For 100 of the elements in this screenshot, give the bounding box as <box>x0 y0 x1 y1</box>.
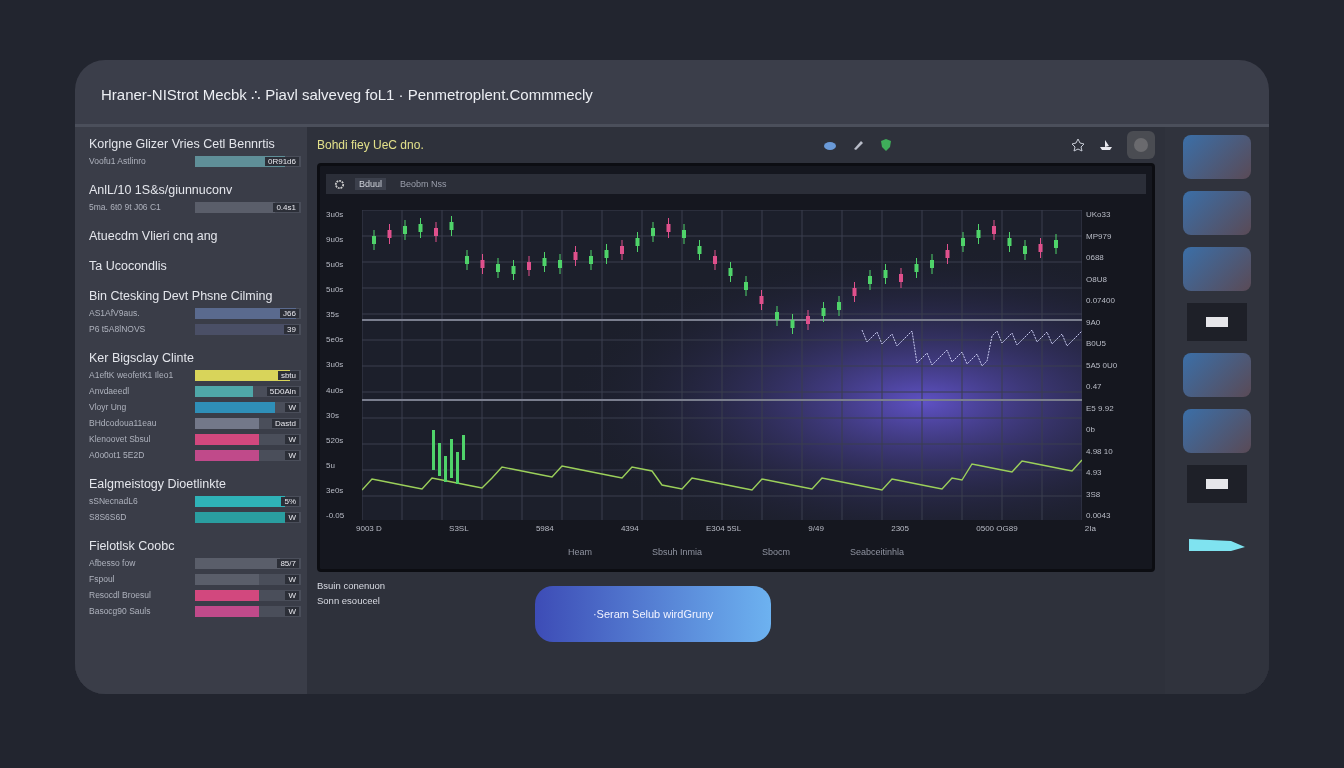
price-label: 0688 <box>1086 253 1105 262</box>
section-heading: Ker Bigsclay Clinte <box>89 351 195 365</box>
setting-value: W <box>285 590 299 600</box>
price-label: E5 9.92 <box>1086 403 1115 413</box>
price-label: 9A0 <box>1086 317 1102 327</box>
level-bar[interactable]: W <box>195 605 301 617</box>
section-heading: Fielotlsk Coobc <box>89 539 176 553</box>
axis-label: 3u0s <box>326 360 345 370</box>
setting-value: W <box>285 606 299 616</box>
price-label: 5A5 0U0 <box>1086 360 1119 370</box>
level-bar[interactable]: W <box>195 449 301 461</box>
level-bar[interactable]: 5% <box>195 495 301 507</box>
price-label: 4.98 10 <box>1086 446 1114 456</box>
price-label: 3S8 <box>1086 489 1102 499</box>
chart-tab[interactable]: Bduul <box>355 178 387 190</box>
price-label: MP979 <box>1086 231 1113 241</box>
level-bar[interactable]: W <box>195 401 301 413</box>
price-label: 0.47 <box>1086 382 1103 391</box>
toolbar-label: Bohdi fiey UeC dno. <box>317 138 425 152</box>
section-heading: Ealgmeistogy Dioetlinkte <box>89 477 227 491</box>
setting-label: Resocdl Broesul <box>89 590 152 600</box>
section-heading: AnlL/10 1S&s/giunnuconv <box>89 183 234 197</box>
setting-label: Afbesso fow <box>89 558 137 568</box>
shield-icon[interactable] <box>879 138 893 152</box>
section-heading: Atuecdm Vlieri cnq ang <box>89 229 219 243</box>
level-bar[interactable]: J66 <box>195 307 301 319</box>
volume-bars <box>432 430 465 484</box>
chart-caption: Heam <box>567 547 592 557</box>
action-button[interactable]: ·Seram Selub wirdGruny <box>535 586 772 642</box>
level-bar[interactable]: 0R91d6 <box>195 155 301 167</box>
price-label: 0.0043 <box>1086 511 1112 520</box>
setting-label: Voofu1 Astlinro <box>89 156 147 166</box>
section-heading: Korlgne Glizer Vries Cetl Bennrtis <box>89 137 276 151</box>
axis-label: 2Ia <box>1084 524 1096 533</box>
axis-label: 9/49 <box>808 524 824 533</box>
axis-label: S3SL <box>449 524 469 533</box>
setting-value: 0R91d6 <box>264 156 299 166</box>
gear-icon[interactable] <box>334 178 345 190</box>
pencil-icon[interactable] <box>851 138 865 152</box>
setting-label: Fspoul <box>89 574 116 584</box>
axis-label: 9u0s <box>326 235 345 245</box>
axis-label: -0.05 <box>326 510 346 520</box>
axis-label: 520s <box>326 435 345 445</box>
setting-value: W <box>285 402 299 412</box>
axis-label: 4u0s <box>326 385 345 395</box>
price-label: 4.93 <box>1086 468 1103 477</box>
axis-label: 5u <box>326 460 336 470</box>
setting-value: W <box>285 450 299 460</box>
section-heading: Ta Ucocondlis <box>89 259 168 273</box>
price-label: 0b <box>1086 425 1096 434</box>
axis-label: 5e0s <box>326 335 345 345</box>
avatar-button[interactable] <box>1127 131 1155 159</box>
axis-label: 2305 <box>891 524 909 533</box>
setting-value: J66 <box>280 308 299 318</box>
axis-label: 5984 <box>535 524 554 533</box>
setting-value: 0.4s1 <box>273 202 299 212</box>
axis-label: 5u0s <box>326 285 345 295</box>
axis-label: 5u0s <box>326 260 345 270</box>
setting-label: A0o0ot1 5E2D <box>89 450 146 460</box>
boat-icon[interactable] <box>1099 138 1113 152</box>
setting-value: 85/7 <box>277 558 299 568</box>
level-bar[interactable]: W <box>195 573 301 585</box>
setting-value: W <box>285 512 299 522</box>
axis-label: 3u0s <box>326 210 345 219</box>
chart-tab[interactable]: Beobm Nss <box>396 178 451 190</box>
axis-label: 35s <box>326 310 340 320</box>
setting-label: sSNecnadL6 <box>89 496 139 506</box>
level-bar[interactable]: 39 <box>195 323 301 335</box>
setting-value: Dastd <box>272 418 299 428</box>
axis-label: 3e0s <box>326 485 345 495</box>
price-label: O8U8 <box>1086 274 1108 284</box>
toggle-icon[interactable] <box>1187 465 1247 503</box>
level-bar[interactable]: sbtu <box>195 369 301 381</box>
level-bar[interactable]: W <box>195 433 301 445</box>
setting-value: 5% <box>281 496 299 506</box>
level-bar[interactable]: W <box>195 511 301 523</box>
level-bar[interactable]: 5D0Aln <box>195 385 301 397</box>
setting-value: 5D0Aln <box>266 386 299 396</box>
note-text: Sonn esouceel <box>317 595 381 606</box>
setting-label: Basocg90 Sauls <box>89 606 152 616</box>
setting-label: Vloyr Ung <box>89 402 128 412</box>
level-bar[interactable]: Dastd <box>195 417 301 429</box>
toggle-icon[interactable] <box>1187 303 1247 341</box>
price-label: 0.07400 <box>1086 296 1116 305</box>
setting-label: 5ma. 6t0 9t J06 C1 <box>89 202 162 212</box>
star-icon[interactable] <box>1071 138 1085 152</box>
chart-caption: Seabceitinhla <box>850 547 905 557</box>
chart-caption: Sbsuh Inmia <box>651 547 702 557</box>
setting-label: A1eftK weofetK1 Ileo1 <box>89 370 175 380</box>
setting-label: S8S6S6D <box>89 512 128 522</box>
axis-label: 4394 <box>620 524 639 533</box>
axis-label: 30s <box>326 410 340 420</box>
level-bar[interactable]: W <box>195 589 301 601</box>
axis-label: E304 5SL <box>705 524 742 533</box>
setting-label: Anvdaeedl <box>89 386 131 396</box>
axis-label: 9003 D <box>356 524 382 533</box>
section-heading: Bin Ctesking Devt Phsne Cilming <box>89 289 274 303</box>
setting-label: AS1AfV9aus. <box>89 308 141 318</box>
level-bar[interactable]: 85/7 <box>195 557 301 569</box>
level-bar[interactable]: 0.4s1 <box>195 201 301 213</box>
